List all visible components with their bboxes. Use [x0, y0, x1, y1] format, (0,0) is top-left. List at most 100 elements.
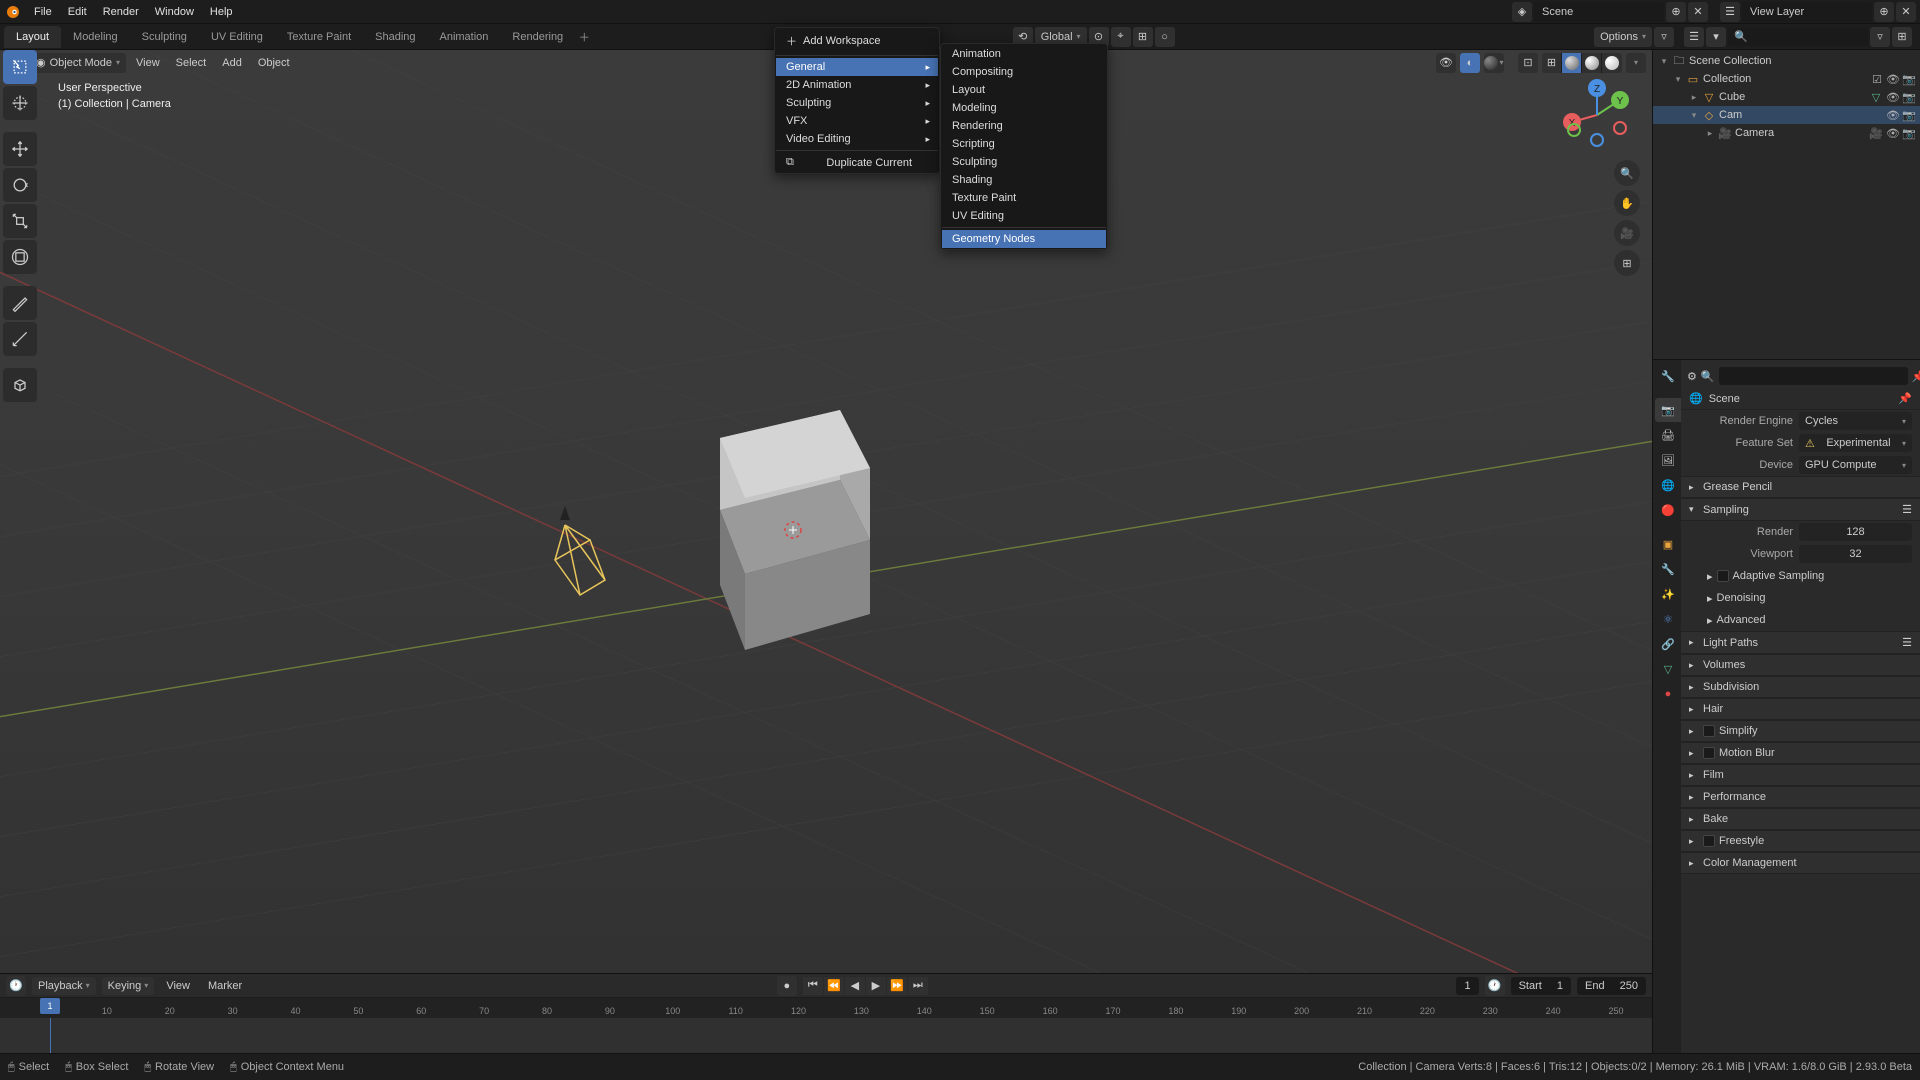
motionblur-checkbox[interactable] [1703, 747, 1715, 759]
camera-object[interactable] [555, 506, 605, 595]
panel-film[interactable]: ▸Film [1681, 764, 1920, 786]
perspective-icon[interactable]: ⊞ [1614, 250, 1640, 276]
snap-icon[interactable]: ⌖ [1111, 27, 1131, 47]
viewport-samples-input[interactable]: 32 [1799, 545, 1912, 563]
viewlayer-browse-icon[interactable]: ☰ [1720, 2, 1740, 22]
options-dropdown[interactable]: Options▾ [1594, 27, 1652, 47]
panel-motionblur[interactable]: ▸Motion Blur [1681, 742, 1920, 764]
play-reverse-icon[interactable]: ◀ [845, 977, 865, 995]
feature-set-dropdown[interactable]: ⚠Experimental▾ [1799, 434, 1912, 452]
render-engine-dropdown[interactable]: Cycles▾ [1799, 412, 1912, 430]
dd2-animation[interactable]: Animation [942, 45, 1106, 63]
panel-grease-pencil[interactable]: ▸Grease Pencil [1681, 476, 1920, 498]
viewlayer-selector[interactable]: View Layer [1742, 2, 1872, 22]
outliner-filter-icon[interactable]: ▿ [1870, 27, 1890, 47]
prop-tab-physics[interactable]: ⚛ [1655, 607, 1681, 631]
panel-sampling[interactable]: ▾Sampling☰ [1681, 498, 1920, 521]
dd2-compositing[interactable]: Compositing [942, 63, 1106, 81]
ws-add-button[interactable]: ＋ [575, 28, 593, 46]
object-menu[interactable]: Object [252, 54, 296, 72]
adaptive-checkbox[interactable] [1717, 570, 1729, 582]
settings-icon[interactable]: ⚙ [1687, 370, 1697, 383]
preset-icon[interactable]: ☰ [1902, 503, 1912, 516]
keyframe-prev-icon[interactable]: ⏪ [824, 977, 844, 995]
current-frame-input[interactable]: 1 [1456, 977, 1478, 995]
panel-hair[interactable]: ▸Hair [1681, 698, 1920, 720]
proportional-icon[interactable]: ○ [1155, 27, 1175, 47]
outliner-mode-icon[interactable]: ▾ [1706, 27, 1726, 47]
prop-tab-material[interactable]: ● [1655, 682, 1681, 706]
zoom-icon[interactable]: 🔍 [1614, 160, 1640, 186]
tree-collection[interactable]: ▾ ▭ Collection ☑👁📷 [1653, 70, 1920, 88]
timeline-view-menu[interactable]: View [160, 978, 196, 994]
ws-tab-uvediting[interactable]: UV Editing [199, 26, 275, 48]
prop-tab-output[interactable]: 🖨 [1655, 423, 1681, 447]
dd-item-general[interactable]: General▸ [776, 58, 938, 76]
hide-icon[interactable]: 👁 [1886, 126, 1900, 140]
panel-subdivision[interactable]: ▸Subdivision [1681, 676, 1920, 698]
dd2-scripting[interactable]: Scripting [942, 135, 1106, 153]
filter-icon[interactable]: ▿ [1654, 27, 1674, 47]
scene-selector[interactable]: Scene [1534, 2, 1664, 22]
prop-tab-render[interactable]: 📷 [1655, 398, 1681, 422]
hide-icon[interactable]: 👁 [1886, 108, 1900, 122]
jump-end-icon[interactable]: ⏭ [908, 977, 928, 995]
tool-scale[interactable] [3, 204, 37, 238]
tool-cursor[interactable] [3, 86, 37, 120]
timeline-ruler[interactable]: 0102030405060708090100110120130140150160… [0, 998, 1652, 1018]
tool-annotate[interactable] [3, 286, 37, 320]
render-samples-input[interactable]: 128 [1799, 523, 1912, 541]
tool-move[interactable] [3, 132, 37, 166]
overlays-dropdown-icon[interactable]: ▾ [1484, 53, 1504, 73]
pan-icon[interactable]: ✋ [1614, 190, 1640, 216]
disable-icon[interactable]: 📷 [1902, 72, 1916, 86]
nav-gizmo[interactable]: Y X Z [1552, 70, 1642, 160]
prop-tab-viewlayer[interactable]: 🖼 [1655, 448, 1681, 472]
sub-denoising[interactable]: ▸Denoising [1681, 587, 1920, 609]
panel-colormanagement[interactable]: ▸Color Management [1681, 852, 1920, 874]
menu-edit[interactable]: Edit [60, 3, 95, 21]
menu-help[interactable]: Help [202, 3, 241, 21]
dd2-rendering[interactable]: Rendering [942, 117, 1106, 135]
tool-add-cube[interactable] [3, 368, 37, 402]
disable-icon[interactable]: 📷 [1902, 90, 1916, 104]
pin-icon[interactable]: 📌 [1912, 370, 1920, 383]
sub-advanced[interactable]: ▸Advanced [1681, 609, 1920, 631]
hide-icon[interactable]: 👁 [1886, 90, 1900, 104]
restrict-select-icon[interactable]: ☑ [1870, 72, 1884, 86]
disable-icon[interactable]: 📷 [1902, 108, 1916, 122]
prop-tab-particles[interactable]: ✨ [1655, 582, 1681, 606]
camera-view-icon[interactable]: 🎥 [1614, 220, 1640, 246]
add-menu[interactable]: Add [216, 54, 248, 72]
ws-tab-rendering[interactable]: Rendering [500, 26, 575, 48]
ws-tab-texturepaint[interactable]: Texture Paint [275, 26, 363, 48]
outliner-editor-type-icon[interactable]: ☰ [1684, 27, 1704, 47]
timeline-track[interactable]: 1 [0, 1018, 1652, 1054]
ws-tab-modeling[interactable]: Modeling [61, 26, 130, 48]
dd-item-duplicate[interactable]: ⧉Duplicate Current [776, 153, 938, 172]
dd-item-videoediting[interactable]: Video Editing▸ [776, 130, 938, 148]
freestyle-checkbox[interactable] [1703, 835, 1715, 847]
menu-window[interactable]: Window [147, 3, 202, 21]
show-gizmo-icon[interactable]: 👁 [1436, 53, 1456, 73]
panel-performance[interactable]: ▸Performance [1681, 786, 1920, 808]
prop-tab-data[interactable]: ▽ [1655, 657, 1681, 681]
end-frame-input[interactable]: End 250 [1577, 977, 1646, 995]
dd2-modeling[interactable]: Modeling [942, 99, 1106, 117]
dd-item-sculpting[interactable]: Sculpting▸ [776, 94, 938, 112]
panel-bake[interactable]: ▸Bake [1681, 808, 1920, 830]
simplify-checkbox[interactable] [1703, 725, 1715, 737]
timeline-marker-menu[interactable]: Marker [202, 978, 248, 994]
tool-measure[interactable] [3, 322, 37, 356]
panel-simplify[interactable]: ▸Simplify [1681, 720, 1920, 742]
cube-object[interactable] [720, 410, 870, 650]
xray-icon[interactable]: ⊡ [1518, 53, 1538, 73]
ws-tab-sculpting[interactable]: Sculpting [130, 26, 199, 48]
playback-dropdown[interactable]: Playback▾ [32, 977, 96, 995]
timeline-playhead[interactable]: 1 [50, 1018, 51, 1054]
preset-icon[interactable]: ☰ [1902, 636, 1912, 649]
view-menu[interactable]: View [130, 54, 166, 72]
start-frame-input[interactable]: Start 1 [1511, 977, 1571, 995]
menu-render[interactable]: Render [95, 3, 147, 21]
prop-tab-world[interactable]: 🔴 [1655, 498, 1681, 522]
